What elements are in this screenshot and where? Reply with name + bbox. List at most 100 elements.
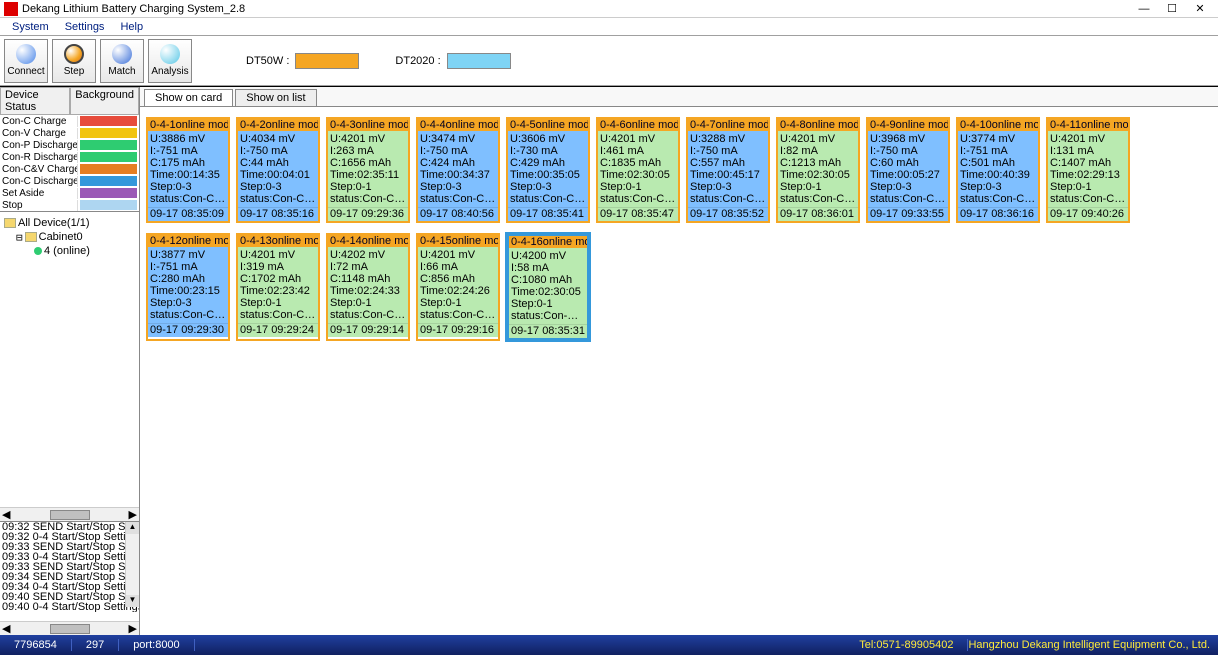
device-card[interactable]: 0-4-8online modeU:4201 mVI:82 mAC:1213 m… [776,117,860,223]
card-current: I:-730 mA [510,145,586,157]
card-header: 0-4-5online mode [508,119,588,131]
analysis-button[interactable]: Analysis [148,39,192,83]
card-step: Step:0-1 [1050,181,1126,193]
card-timestamp: 09-17 08:35:31 [509,324,587,338]
card-current: I:-750 mA [240,145,316,157]
minimize-button[interactable]: — [1130,1,1158,17]
menu-system[interactable]: System [4,19,57,35]
close-button[interactable]: ✕ [1186,1,1214,17]
status-num: 297 [72,639,119,651]
card-time: Time:02:35:11 [330,169,406,181]
device-card[interactable]: 0-4-15online modeU:4201 mVI:66 mAC:856 m… [416,233,500,341]
device-card[interactable]: 0-4-3online modeU:4201 mVI:263 mAC:1656 … [326,117,410,223]
card-status: status:Con-C Disch... [510,193,586,205]
device-card[interactable]: 0-4-10online modeU:3774 mVI:-751 mAC:501… [956,117,1040,223]
card-header: 0-4-13online mode [238,235,318,247]
device-card[interactable]: 0-4-11online modeU:4201 mVI:131 mAC:1407… [1046,117,1130,223]
card-time: Time:02:30:05 [511,286,585,298]
card-timestamp: 09-17 08:36:16 [958,207,1038,221]
card-voltage: U:4202 mV [330,249,406,261]
status-row: Con-P Discharge [0,139,139,151]
log-line: 09:34 SEND Start/Stop Settings [0,572,139,582]
match-button[interactable]: Match [100,39,144,83]
card-capacity: C:429 mAh [510,157,586,169]
device-card[interactable]: 0-4-4online modeU:3474 mVI:-750 mAC:424 … [416,117,500,223]
tree-root[interactable]: All Device(1/1) [2,216,137,230]
card-capacity: C:1080 mAh [511,274,585,286]
log-scrollbar-v[interactable]: ▲▼ [125,522,139,607]
card-status: status:Con-C Disch... [960,193,1036,205]
tab-show-card[interactable]: Show on card [144,89,233,106]
card-header: 0-4-2online mode [238,119,318,131]
log-scrollbar-h[interactable]: ◀▶ [0,621,139,635]
card-status: status:Con-C&V C... [511,310,585,322]
status-tel: Tel:0571-89905402 [845,639,968,651]
status-company: Hangzhou Dekang Intelligent Equipment Co… [968,639,1218,651]
device-card[interactable]: 0-4-6online modeU:4201 mVI:461 mAC:1835 … [596,117,680,223]
menubar: System Settings Help [0,18,1218,36]
card-step: Step:0-3 [870,181,946,193]
log-line: 09:40 SEND Start/Stop Settings [0,592,139,602]
card-voltage: U:4201 mV [330,133,406,145]
device-card[interactable]: 0-4-9online modeU:3968 mVI:-750 mAC:60 m… [866,117,950,223]
tree-cabinet[interactable]: ⊟ Cabinet0 [2,230,137,244]
card-current: I:461 mA [600,145,676,157]
device-card[interactable]: 0-4-16online modeU:4200 mVI:58 mAC:1080 … [506,233,590,341]
card-step: Step:0-3 [420,181,496,193]
device-card[interactable]: 0-4-12online modeU:3877 mVI:-751 mAC:280… [146,233,230,341]
device-card[interactable]: 0-4-14online modeU:4202 mVI:72 mAC:1148 … [326,233,410,341]
card-time: Time:00:35:05 [510,169,586,181]
card-time: Time:00:45:17 [690,169,766,181]
card-status: status:Con-C&V C... [330,193,406,205]
card-voltage: U:4201 mV [420,249,496,261]
left-panel: Device Status Background Con-C ChargeCon… [0,87,140,635]
match-icon [112,44,132,64]
card-current: I:-751 mA [150,261,226,273]
legend: DT50W : DT2020 : [246,53,511,69]
device-card[interactable]: 0-4-2online modeU:4034 mVI:-750 mAC:44 m… [236,117,320,223]
card-status: status:Con-C Disch... [150,193,226,205]
device-card[interactable]: 0-4-5online modeU:3606 mVI:-730 mAC:429 … [506,117,590,223]
device-tree[interactable]: All Device(1/1) ⊟ Cabinet0 4 (online) [0,212,139,507]
card-voltage: U:3288 mV [690,133,766,145]
tree-scrollbar[interactable]: ◀▶ [0,507,139,521]
log-line: 09:34 0-4 Start/Stop Settings S [0,582,139,592]
card-timestamp: 09-17 08:36:01 [778,207,858,221]
connect-button[interactable]: Connect [4,39,48,83]
card-capacity: C:280 mAh [150,273,226,285]
card-timestamp: 09-17 08:35:09 [148,207,228,221]
device-card[interactable]: 0-4-13online modeU:4201 mVI:319 mAC:1702… [236,233,320,341]
status-row: Con-C Discharge [0,175,139,187]
log-line: 09:40 0-4 Start/Stop Settings S [0,602,139,612]
app-icon [4,2,18,16]
card-capacity: C:1148 mAh [330,273,406,285]
card-header: 0-4-8online mode [778,119,858,131]
status-port: port:8000 [119,639,194,651]
statusbar: 7796854 297 port:8000 Tel:0571-89905402 … [0,635,1218,655]
right-panel: Show on card Show on list 0-4-1online mo… [140,87,1218,635]
card-time: Time:00:40:39 [960,169,1036,181]
card-status: status:Con-C&V C... [330,309,406,321]
card-current: I:263 mA [330,145,406,157]
card-timestamp: 09-17 09:29:14 [328,323,408,337]
step-button[interactable]: Step [52,39,96,83]
device-card[interactable]: 0-4-7online modeU:3288 mVI:-750 mAC:557 … [686,117,770,223]
maximize-button[interactable]: ☐ [1158,1,1186,17]
card-header: 0-4-11online mode [1048,119,1128,131]
card-header: 0-4-16online mode [509,236,587,248]
card-time: Time:00:04:01 [240,169,316,181]
log-line: 09:33 0-4 Start/Stop Settings S [0,552,139,562]
card-timestamp: 09-17 09:29:36 [328,207,408,221]
card-capacity: C:1835 mAh [600,157,676,169]
menu-help[interactable]: Help [112,19,151,35]
card-current: I:-750 mA [420,145,496,157]
menu-settings[interactable]: Settings [57,19,113,35]
titlebar: Dekang Lithium Battery Charging System_2… [0,0,1218,18]
device-card[interactable]: 0-4-1online modeU:3886 mVI:-751 mAC:175 … [146,117,230,223]
status-col-bg: Background [70,87,139,115]
log-panel: 09:32 SEND Start/Stop Settings09:32 0-4 … [0,521,139,621]
status-row: Set Aside [0,187,139,199]
tab-show-list[interactable]: Show on list [235,89,316,106]
folder-icon [25,232,37,242]
tree-node[interactable]: 4 (online) [2,244,137,258]
